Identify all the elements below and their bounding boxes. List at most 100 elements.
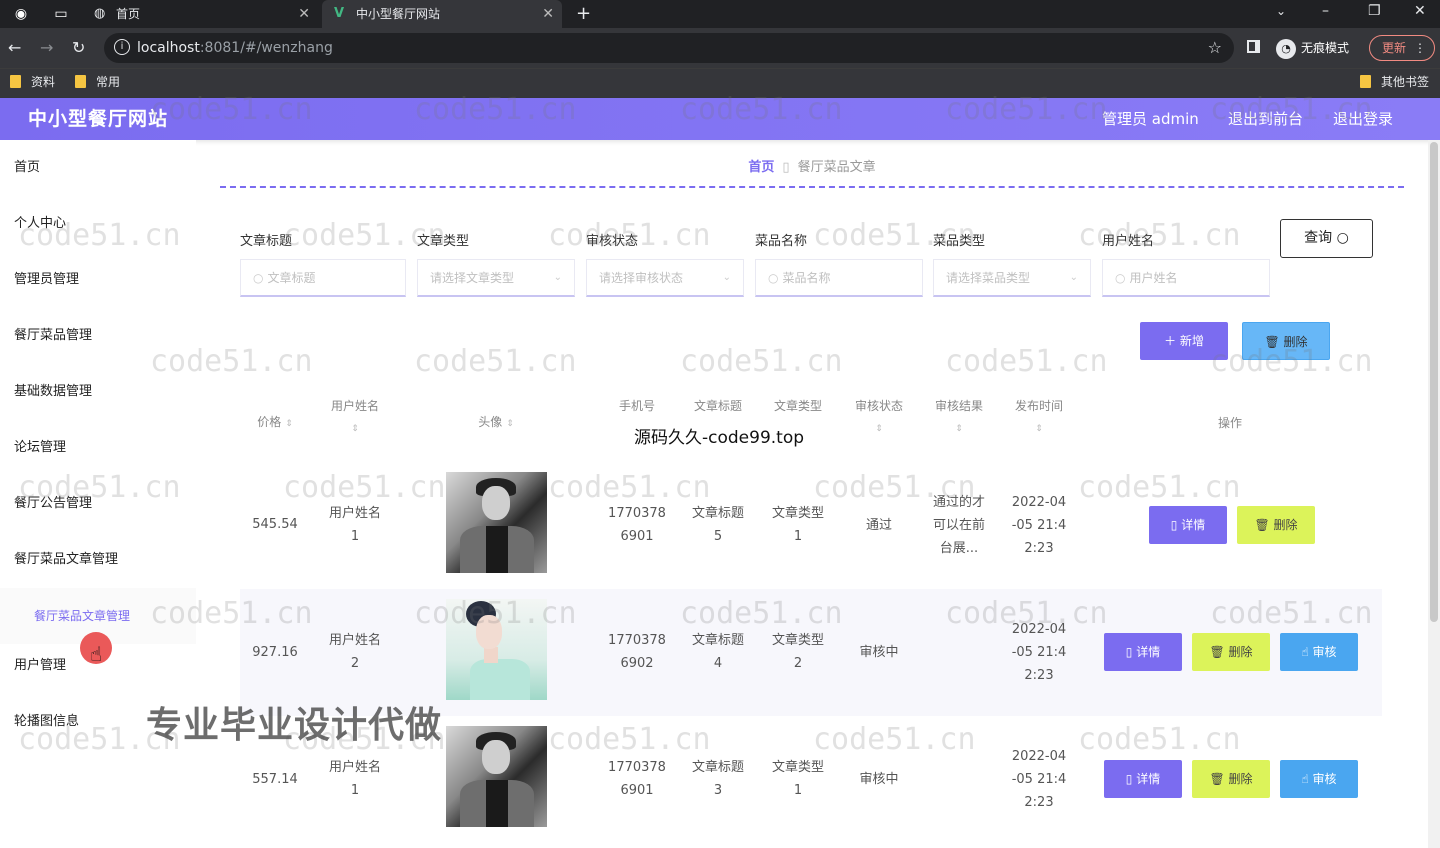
th-label: 手机号 bbox=[618, 399, 655, 413]
close-tab-icon[interactable]: ✕ bbox=[542, 0, 554, 28]
cell-phone: 1770378 6902 bbox=[600, 629, 674, 675]
cell-price: 927.16 bbox=[252, 645, 298, 660]
update-button[interactable]: 更新 ⋮ bbox=[1369, 35, 1435, 61]
sidebar-item-profile[interactable]: 个人中心 bbox=[0, 196, 196, 252]
search-icon: ○ bbox=[1115, 271, 1126, 285]
url-field[interactable]: i localhost:8081/#/wenzhang ☆ bbox=[104, 33, 1234, 63]
bookmark-folder-ziliao[interactable]: 资料 bbox=[10, 69, 55, 95]
th-label: 发布时间 bbox=[1014, 399, 1063, 413]
article-type-select[interactable]: 请选择文章类型 ⌄ bbox=[417, 259, 575, 297]
plus-icon: ＋ bbox=[1164, 334, 1180, 348]
forward-icon[interactable]: → bbox=[40, 38, 53, 58]
th-phone[interactable]: 手机号 bbox=[600, 397, 674, 414]
dish-type-select[interactable]: 请选择菜品类型 ⌄ bbox=[933, 259, 1091, 297]
th-review-result[interactable]: 审核结果 ⇕ bbox=[923, 397, 995, 434]
cell-article-title: 文章标题 5 bbox=[682, 502, 754, 548]
th-label: 文章标题 bbox=[693, 399, 742, 413]
cell-phone: 1770378 6901 bbox=[600, 502, 674, 548]
incognito-indicator[interactable]: ◔ 无痕模式 bbox=[1276, 37, 1349, 59]
sidebar-item-notices[interactable]: 餐厅公告管理 bbox=[0, 476, 196, 532]
info-icon[interactable]: i bbox=[114, 39, 130, 55]
cell-username: 用户姓名 1 bbox=[315, 756, 395, 802]
close-tab-icon[interactable]: ✕ bbox=[298, 0, 310, 28]
review-label: 审核 bbox=[1312, 645, 1337, 659]
batch-delete-button[interactable]: 🗑 删除 bbox=[1242, 322, 1330, 360]
sidebar-item-base-data[interactable]: 基础数据管理 bbox=[0, 364, 196, 420]
more-icon[interactable]: ⋮ bbox=[1414, 36, 1426, 60]
th-price[interactable]: 价格 ⇕ bbox=[240, 413, 310, 430]
detail-button[interactable]: ▯ 详情 bbox=[1104, 760, 1182, 798]
review-label: 审核 bbox=[1312, 772, 1337, 786]
cell-article-type: 文章类型 1 bbox=[762, 756, 834, 802]
th-avatar[interactable]: 头像 ⇕ bbox=[446, 413, 546, 430]
watermark: code51.cn bbox=[945, 344, 1108, 379]
bookmark-star-icon[interactable]: ☆ bbox=[1208, 33, 1222, 63]
browser-tab-active[interactable]: V 中小型餐厅网站 ✕ bbox=[322, 0, 562, 28]
url-host: localhost bbox=[137, 40, 200, 56]
sidebar-item-dishes[interactable]: 餐厅菜品管理 bbox=[0, 308, 196, 364]
review-button[interactable]: ☝ 审核 bbox=[1280, 760, 1358, 798]
doc-icon: ▯ bbox=[1170, 518, 1182, 532]
sidebar-item-admins[interactable]: 管理员管理 bbox=[0, 252, 196, 308]
review-button[interactable]: ☝ 审核 bbox=[1280, 633, 1358, 671]
cell-review-result: 通过的才 可以在前 台展... bbox=[923, 491, 995, 560]
avatar-image bbox=[446, 472, 547, 573]
cell-line: 5 bbox=[713, 529, 723, 544]
detail-button[interactable]: ▯ 详情 bbox=[1104, 633, 1182, 671]
folder-icon bbox=[10, 75, 21, 88]
th-publish-time[interactable]: 发布时间 ⇕ bbox=[1003, 397, 1075, 434]
review-status-select[interactable]: 请选择审核状态 ⌄ bbox=[586, 259, 744, 297]
cell-article-title: 文章标题 4 bbox=[682, 629, 754, 675]
add-button[interactable]: ＋ 新增 bbox=[1140, 322, 1228, 360]
placeholder: 用户姓名 bbox=[1129, 271, 1178, 285]
delete-button[interactable]: 🗑 删除 bbox=[1192, 633, 1270, 671]
delete-button[interactable]: 🗑 删除 bbox=[1192, 760, 1270, 798]
incognito-icon: ◔ bbox=[1276, 38, 1296, 59]
add-label: 新增 bbox=[1179, 334, 1204, 348]
title-search-input[interactable]: ○ 文章标题 bbox=[240, 259, 406, 297]
hand-cursor-icon: ☝ bbox=[90, 642, 103, 666]
doc-icon: ▯ bbox=[1125, 772, 1137, 786]
back-icon[interactable]: ← bbox=[8, 38, 21, 58]
cell-line: 2:23 bbox=[1024, 795, 1054, 810]
tab-search-icon[interactable]: ⌄ bbox=[1276, 0, 1286, 24]
sort-icon: ⇕ bbox=[285, 419, 293, 429]
logout-link[interactable]: 退出登录 bbox=[1333, 98, 1393, 140]
placeholder: 文章标题 bbox=[267, 271, 316, 285]
cell-line: 3 bbox=[713, 783, 723, 798]
th-article-title[interactable]: 文章标题 bbox=[682, 397, 754, 414]
minimize-icon[interactable]: – bbox=[1322, 0, 1329, 24]
window-icon[interactable]: ▭ bbox=[52, 5, 70, 23]
dish-name-input[interactable]: ○ 菜品名称 bbox=[755, 259, 923, 297]
sidebar-item-home[interactable]: 首页 bbox=[0, 140, 196, 196]
delete-button[interactable]: 🗑 删除 bbox=[1237, 506, 1315, 544]
tab-title: 中小型餐厅网站 bbox=[356, 7, 441, 21]
back-to-front-link[interactable]: 退出到前台 bbox=[1228, 98, 1303, 140]
browser-tab-home[interactable]: ◍ 首页 ✕ bbox=[82, 0, 318, 28]
side-panel-icon[interactable] bbox=[1247, 40, 1260, 53]
new-tab-icon[interactable]: + bbox=[576, 0, 591, 28]
sidebar-item-articles[interactable]: 餐厅菜品文章管理 bbox=[0, 532, 196, 588]
bookmark-folder-changyong[interactable]: 常用 bbox=[75, 69, 120, 95]
bookmark-folder-other[interactable]: 其他书签 bbox=[1360, 69, 1429, 95]
trash-icon: 🗑 bbox=[1264, 335, 1284, 349]
browser-tab-bar: ◉ ▭ ◍ 首页 ✕ V 中小型餐厅网站 ✕ + ⌄ – ❐ ✕ bbox=[0, 0, 1440, 28]
page-scrollbar-thumb[interactable] bbox=[1430, 142, 1438, 622]
placeholder: 菜品名称 bbox=[782, 271, 831, 285]
cell-line: 1 bbox=[350, 783, 360, 798]
query-button[interactable]: 查询 ○ bbox=[1280, 219, 1373, 258]
restore-icon[interactable]: ❐ bbox=[1368, 0, 1381, 24]
sidebar-item-forum[interactable]: 论坛管理 bbox=[0, 420, 196, 476]
search-icon: ○ bbox=[253, 271, 264, 285]
breadcrumb-home[interactable]: 首页 bbox=[748, 160, 774, 175]
close-window-icon[interactable]: ✕ bbox=[1414, 0, 1426, 24]
username-input[interactable]: ○ 用户姓名 bbox=[1102, 259, 1270, 297]
detail-button[interactable]: ▯ 详情 bbox=[1149, 506, 1227, 544]
incognito-label: 无痕模式 bbox=[1301, 41, 1350, 55]
reload-icon[interactable]: ↻ bbox=[72, 38, 85, 58]
th-review-status[interactable]: 审核状态 ⇕ bbox=[843, 397, 915, 434]
breadcrumb-separator-icon: ▯ bbox=[782, 160, 790, 175]
th-article-type[interactable]: 文章类型 bbox=[762, 397, 834, 414]
avatar-image bbox=[446, 726, 547, 827]
th-username[interactable]: 用户姓名 ⇕ bbox=[315, 397, 395, 434]
